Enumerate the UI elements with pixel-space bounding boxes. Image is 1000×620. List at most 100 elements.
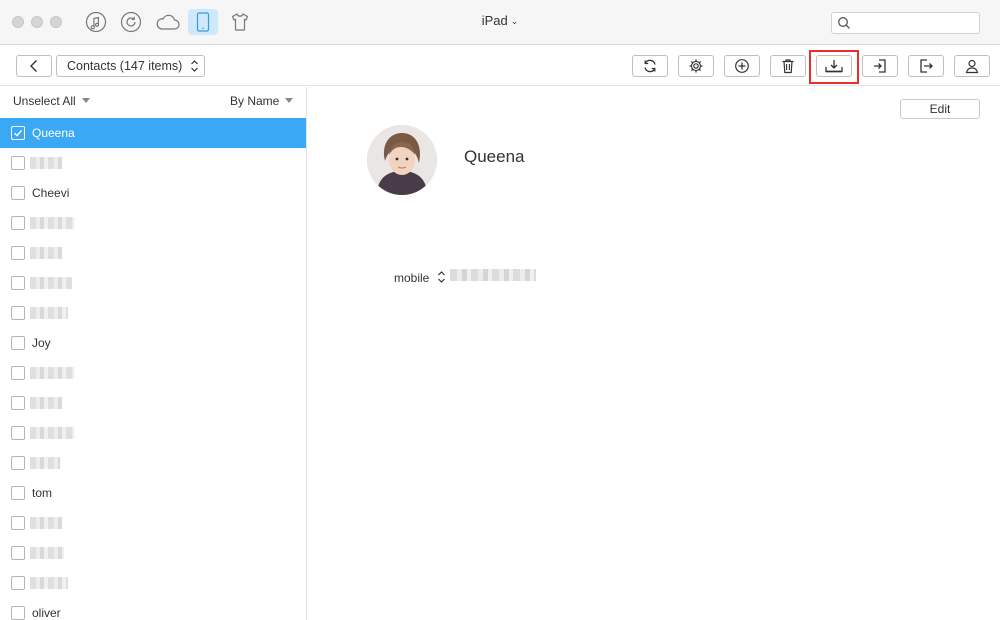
title-bar: iPad ⌄ <box>0 0 1000 45</box>
contact-row[interactable] <box>0 388 306 418</box>
contact-name-label: Cheevi <box>32 186 70 200</box>
category-select[interactable]: Contacts (147 items) <box>56 55 205 77</box>
contact-name: Queena <box>464 147 525 166</box>
contact-checkbox[interactable] <box>11 156 25 170</box>
contact-checkbox[interactable] <box>11 276 25 290</box>
delete-button[interactable] <box>770 55 806 77</box>
redacted-name <box>30 397 62 409</box>
contact-checkbox[interactable] <box>11 336 25 350</box>
sort-label: By Name <box>230 94 280 108</box>
highlight-annotation-box <box>809 50 859 84</box>
contact-row[interactable] <box>0 508 306 538</box>
contact-row[interactable] <box>0 148 306 178</box>
refresh-button[interactable] <box>632 55 668 77</box>
contact-row[interactable]: Queena <box>0 118 306 148</box>
back-button[interactable] <box>16 55 52 77</box>
chevron-left-icon <box>30 60 37 72</box>
sort-dropdown[interactable]: By Name <box>230 94 294 108</box>
contact-row[interactable] <box>0 358 306 388</box>
redacted-name <box>30 367 74 379</box>
contact-row[interactable] <box>0 208 306 238</box>
contact-checkbox[interactable] <box>11 546 25 560</box>
window-minimize-button[interactable] <box>31 16 43 28</box>
contact-row[interactable] <box>0 538 306 568</box>
contact-row[interactable] <box>0 238 306 268</box>
add-icon <box>735 59 749 73</box>
contact-row[interactable]: tom <box>0 478 306 508</box>
send-to-device-button[interactable] <box>908 55 944 77</box>
window-close-button[interactable] <box>12 16 24 28</box>
redacted-name <box>30 427 74 439</box>
import-icon <box>874 59 886 73</box>
contact-name-label: oliver <box>32 606 61 620</box>
redacted-name <box>30 157 62 169</box>
chevron-down-icon: ⌄ <box>510 16 519 26</box>
list-header: Unselect All By Name <box>0 87 306 117</box>
cloud-icon <box>156 14 180 30</box>
search-icon <box>838 17 850 29</box>
history-nav-button[interactable] <box>116 9 146 35</box>
send-to-device-icon <box>920 59 933 73</box>
contact-row[interactable]: oliver <box>0 598 306 620</box>
contact-checkbox[interactable] <box>11 216 25 230</box>
ipad-device-icon <box>196 12 210 32</box>
contact-row[interactable] <box>0 268 306 298</box>
unselect-all-label: Unselect All <box>13 94 76 108</box>
import-button[interactable] <box>862 55 898 77</box>
redacted-name <box>30 547 64 559</box>
contact-button[interactable] <box>954 55 990 77</box>
redacted-name <box>30 577 68 589</box>
device-selector[interactable]: iPad ⌄ <box>460 13 540 28</box>
contact-name-label: tom <box>32 486 53 500</box>
contact-checkbox[interactable] <box>11 456 25 470</box>
contact-list: Queena Cheevi Joy tom oliver <box>0 118 306 620</box>
contact-checkbox[interactable] <box>11 516 25 530</box>
edit-button[interactable]: Edit <box>900 99 980 119</box>
phone-number-value[interactable] <box>450 269 536 281</box>
contact-row[interactable] <box>0 298 306 328</box>
contact-checkbox[interactable] <box>11 126 25 140</box>
contact-name-label: Joy <box>32 336 51 350</box>
add-button[interactable] <box>724 55 760 77</box>
phone-type-label[interactable]: mobile <box>394 271 429 285</box>
contact-row[interactable] <box>0 448 306 478</box>
contact-name-label: Queena <box>32 126 75 140</box>
unselect-all-dropdown[interactable]: Unselect All <box>13 94 90 108</box>
updown-chevron-icon[interactable] <box>437 270 446 284</box>
contact-checkbox[interactable] <box>11 606 25 620</box>
contact-checkbox[interactable] <box>11 396 25 410</box>
contact-checkbox[interactable] <box>11 306 25 320</box>
trash-icon <box>782 59 794 74</box>
contact-checkbox[interactable] <box>11 486 25 500</box>
redacted-name <box>30 277 72 289</box>
music-note-icon <box>85 11 107 33</box>
device-title-label: iPad <box>481 13 508 28</box>
contact-checkbox[interactable] <box>11 576 25 590</box>
contact-icon <box>965 59 979 74</box>
window-zoom-button[interactable] <box>50 16 62 28</box>
contact-row[interactable] <box>0 568 306 598</box>
icloud-nav-button[interactable] <box>153 9 183 35</box>
history-icon <box>120 11 142 33</box>
music-nav-button[interactable] <box>81 9 111 35</box>
redacted-name <box>30 247 62 259</box>
settings-button[interactable] <box>678 55 714 77</box>
contact-row[interactable]: Joy <box>0 328 306 358</box>
redacted-name <box>30 457 60 469</box>
checkmark-icon <box>14 129 23 137</box>
ipad-nav-button[interactable] <box>188 9 218 35</box>
pane-divider <box>306 87 307 620</box>
apps-nav-button[interactable] <box>225 9 255 35</box>
caret-down-icon <box>285 98 294 103</box>
contact-checkbox[interactable] <box>11 366 25 380</box>
contact-row[interactable] <box>0 418 306 448</box>
settings-icon <box>689 59 703 73</box>
refresh-icon <box>644 59 656 73</box>
contact-checkbox[interactable] <box>11 186 25 200</box>
search-input[interactable] <box>831 12 980 34</box>
contact-row[interactable]: Cheevi <box>0 178 306 208</box>
updown-chevron-icon <box>191 60 198 72</box>
contact-checkbox[interactable] <box>11 246 25 260</box>
avatar <box>367 125 437 195</box>
contact-checkbox[interactable] <box>11 426 25 440</box>
